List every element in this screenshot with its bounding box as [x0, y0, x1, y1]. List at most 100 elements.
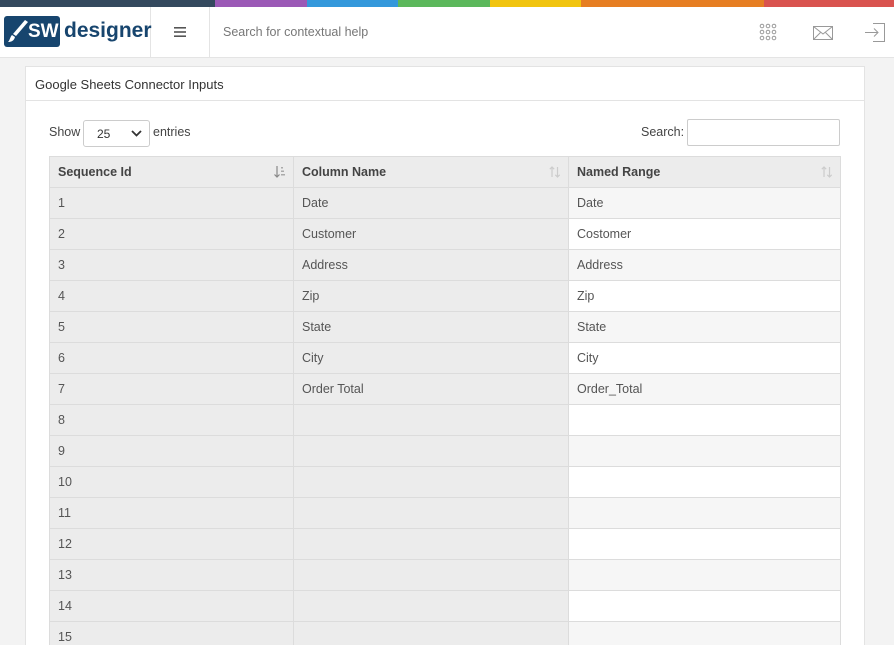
column-header-named-range[interactable]: Named Range — [568, 156, 841, 188]
apps-grid-icon[interactable] — [759, 23, 777, 41]
column-header-column-name[interactable]: Column Name — [293, 156, 569, 188]
cell-sequence-id: 9 — [49, 435, 294, 467]
cell-sequence-id: 11 — [49, 497, 294, 529]
table-row[interactable]: 3 Address Address — [49, 249, 841, 281]
hamburger-icon — [174, 27, 186, 37]
cell-sequence-id: 8 — [49, 404, 294, 436]
cell-sequence-id: 3 — [49, 249, 294, 281]
sort-both-icon — [821, 166, 833, 178]
cell-named-range[interactable] — [568, 528, 841, 560]
cell-named-range[interactable] — [568, 559, 841, 591]
column-header-label: Sequence Id — [58, 165, 132, 179]
strip-segment — [764, 0, 894, 7]
table-row[interactable]: 13 — [49, 559, 841, 591]
menu-toggle-button[interactable] — [151, 7, 210, 57]
table-header-row: Sequence Id Column Name Named Range — [49, 156, 841, 188]
cell-named-range[interactable]: Costomer — [568, 218, 841, 250]
chevron-down-icon — [131, 130, 142, 137]
cell-named-range[interactable] — [568, 497, 841, 529]
color-strip — [0, 0, 894, 7]
strip-segment — [307, 0, 398, 7]
cell-sequence-id: 5 — [49, 311, 294, 343]
table-row[interactable]: 9 — [49, 435, 841, 467]
table-row[interactable]: 8 — [49, 404, 841, 436]
strip-segment — [581, 0, 764, 7]
cell-sequence-id: 6 — [49, 342, 294, 374]
table-row[interactable]: 14 — [49, 590, 841, 622]
table-search-input[interactable] — [687, 119, 840, 146]
page-length-value: 25 — [97, 127, 111, 141]
logo-badge: SW — [4, 16, 60, 47]
brush-icon — [8, 20, 28, 42]
cell-sequence-id: 4 — [49, 280, 294, 312]
cell-named-range[interactable] — [568, 621, 841, 645]
cell-named-range[interactable]: City — [568, 342, 841, 374]
cell-sequence-id: 10 — [49, 466, 294, 498]
cell-named-range[interactable]: Date — [568, 187, 841, 219]
cell-column-name — [293, 621, 569, 645]
column-header-label: Named Range — [577, 165, 661, 179]
cell-column-name: Customer — [293, 218, 569, 250]
mail-icon[interactable] — [813, 26, 833, 40]
cell-column-name — [293, 466, 569, 498]
table-row[interactable]: 7 Order Total Order_Total — [49, 373, 841, 405]
top-header: SW designer Search for contextual help — [0, 7, 894, 58]
logout-icon[interactable] — [865, 23, 885, 42]
logo-badge-text: SW — [28, 21, 59, 42]
panel-title: Google Sheets Connector Inputs — [26, 67, 864, 101]
contextual-help-search-input[interactable]: Search for contextual help — [223, 25, 368, 39]
cell-sequence-id: 1 — [49, 187, 294, 219]
table-row[interactable]: 5 State State — [49, 311, 841, 343]
cell-named-range[interactable]: Order_Total — [568, 373, 841, 405]
cell-named-range[interactable] — [568, 435, 841, 467]
cell-sequence-id: 12 — [49, 528, 294, 560]
cell-named-range[interactable] — [568, 590, 841, 622]
show-label: Show — [49, 125, 81, 139]
cell-named-range[interactable] — [568, 466, 841, 498]
table-row[interactable]: 6 City City — [49, 342, 841, 374]
table-row[interactable]: 12 — [49, 528, 841, 560]
cell-sequence-id: 13 — [49, 559, 294, 591]
cell-named-range[interactable]: Zip — [568, 280, 841, 312]
cell-column-name — [293, 590, 569, 622]
table-row[interactable]: 11 — [49, 497, 841, 529]
cell-column-name — [293, 435, 569, 467]
cell-column-name: Zip — [293, 280, 569, 312]
column-header-sequence-id[interactable]: Sequence Id — [49, 156, 294, 188]
entries-label: entries — [153, 125, 191, 139]
column-header-label: Column Name — [302, 165, 387, 179]
cell-column-name: Date — [293, 187, 569, 219]
cell-sequence-id: 15 — [49, 621, 294, 645]
table-row[interactable]: 15 — [49, 621, 841, 645]
table-row[interactable]: 4 Zip Zip — [49, 280, 841, 312]
table-row[interactable]: 10 — [49, 466, 841, 498]
sort-both-icon — [549, 166, 561, 178]
strip-segment — [398, 0, 490, 7]
connector-inputs-panel: Google Sheets Connector Inputs Show 25 e… — [25, 66, 865, 645]
cell-named-range[interactable]: State — [568, 311, 841, 343]
inputs-table: Sequence Id Column Name Named Range 1 Da… — [49, 156, 841, 645]
cell-column-name: Order Total — [293, 373, 569, 405]
cell-column-name: Address — [293, 249, 569, 281]
cell-column-name — [293, 497, 569, 529]
strip-segment — [215, 0, 307, 7]
logo-text: designer — [64, 19, 152, 42]
logo[interactable]: SW designer — [0, 7, 152, 57]
cell-sequence-id: 2 — [49, 218, 294, 250]
cell-sequence-id: 7 — [49, 373, 294, 405]
cell-named-range[interactable] — [568, 404, 841, 436]
search-label: Search: — [641, 125, 685, 139]
sort-asc-icon — [274, 166, 285, 178]
cell-column-name: City — [293, 342, 569, 374]
cell-column-name — [293, 404, 569, 436]
cell-named-range[interactable]: Address — [568, 249, 841, 281]
cell-column-name — [293, 559, 569, 591]
strip-segment — [490, 0, 581, 7]
cell-column-name: State — [293, 311, 569, 343]
page-length-select[interactable]: 25 — [83, 120, 150, 147]
table-row[interactable]: 1 Date Date — [49, 187, 841, 219]
cell-column-name — [293, 528, 569, 560]
strip-segment — [0, 0, 215, 7]
cell-sequence-id: 14 — [49, 590, 294, 622]
table-row[interactable]: 2 Customer Costomer — [49, 218, 841, 250]
